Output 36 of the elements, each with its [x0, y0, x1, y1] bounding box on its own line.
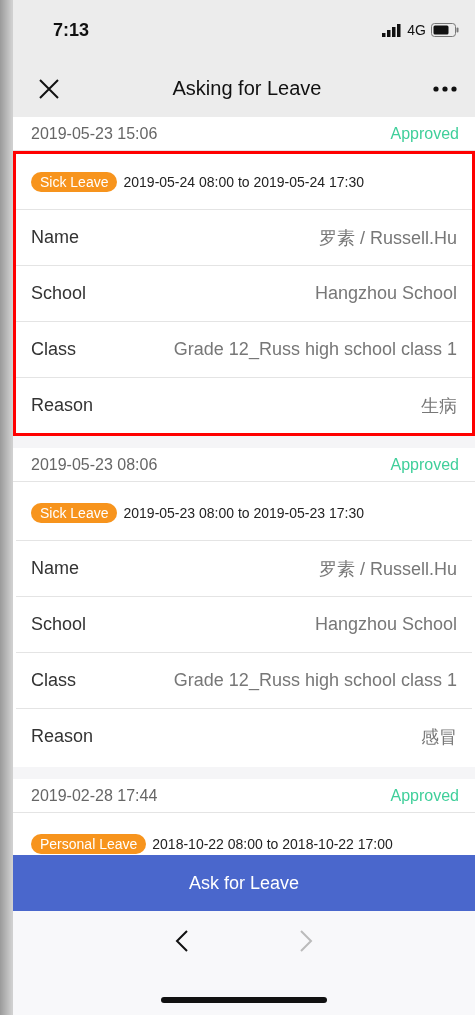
field-label: Class: [31, 339, 76, 360]
field-value: Grade 12_Russ high school class 1: [173, 339, 457, 360]
field-value: Grade 12_Russ high school class 1: [173, 670, 457, 691]
leave-period: 2018-10-22 08:00 to 2018-10-22 17:00: [152, 835, 393, 852]
status-label: Approved: [390, 124, 459, 143]
field-label: School: [31, 614, 87, 635]
leave-type-tag: Sick Leave: [31, 502, 118, 523]
field-label: Reason: [31, 395, 94, 416]
field-label: Reason: [31, 726, 94, 747]
leave-type-tag: Personal Leave: [31, 833, 147, 854]
field-label: Name: [31, 227, 79, 248]
field-value: Hangzhou School: [314, 614, 457, 635]
field-label: Class: [31, 670, 76, 691]
submitted-date: 2019-05-23 08:06: [31, 455, 158, 474]
field-value: 罗素 / Russell.Hu: [318, 557, 457, 581]
field-value: Hangzhou School: [314, 283, 457, 304]
status-label: Approved: [390, 786, 459, 805]
leave-period: 2019-05-23 08:00 to 2019-05-23 17:30: [123, 504, 364, 521]
leave-type-tag: Sick Leave: [31, 171, 118, 192]
battery-icon: [431, 23, 459, 37]
leave-period: 2019-05-24 08:00 to 2019-05-24 17:30: [123, 173, 364, 190]
field-value: 生病: [421, 394, 457, 418]
submitted-date: 2019-02-28 17:44: [31, 786, 158, 805]
page-title: Asking for Leave: [171, 77, 323, 100]
ask-for-leave-button[interactable]: Ask for Leave: [13, 855, 475, 911]
submitted-date: 2019-05-23 15:06: [31, 124, 158, 143]
status-time: 7:13: [53, 19, 90, 41]
field-value: 罗素 / Russell.Hu: [318, 226, 457, 250]
more-button[interactable]: [433, 85, 457, 92]
field-label: Name: [31, 558, 79, 579]
field-label: School: [31, 283, 87, 304]
network-label: 4G: [407, 22, 426, 38]
close-button[interactable]: [37, 76, 61, 101]
status-label: Approved: [390, 455, 459, 474]
field-value: 感冒: [421, 725, 457, 749]
signal-icon: [382, 23, 403, 37]
